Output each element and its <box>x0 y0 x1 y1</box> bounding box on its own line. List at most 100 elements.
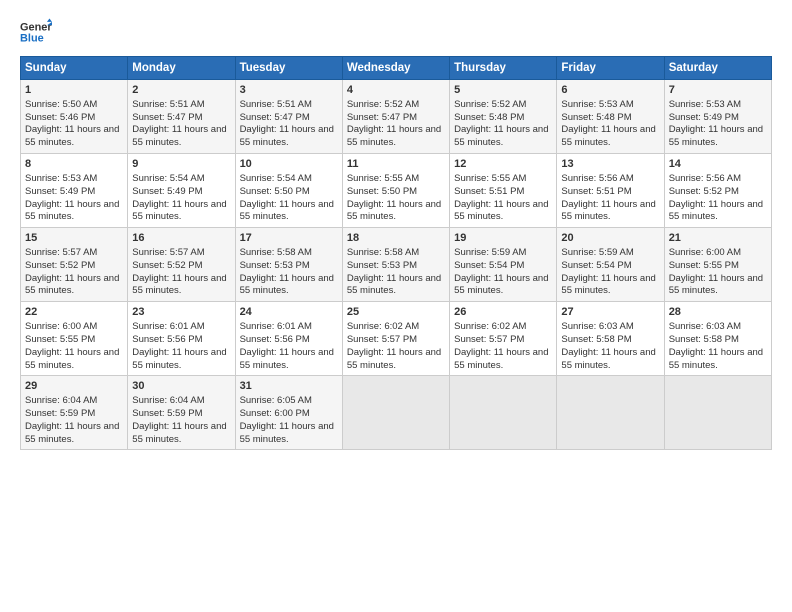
day-number: 15 <box>25 231 123 246</box>
calendar-cell: 28Sunrise: 6:03 AMSunset: 5:58 PMDayligh… <box>664 302 771 376</box>
daylight-label: Daylight: 11 hours and 55 minutes. <box>561 347 655 371</box>
day-number: 8 <box>25 157 123 172</box>
sunrise-label: Sunrise: 6:02 AM <box>347 321 419 332</box>
calendar-cell: 25Sunrise: 6:02 AMSunset: 5:57 PMDayligh… <box>342 302 449 376</box>
sunrise-label: Sunrise: 5:59 AM <box>561 247 633 258</box>
daylight-label: Daylight: 11 hours and 55 minutes. <box>669 199 763 223</box>
daylight-label: Daylight: 11 hours and 55 minutes. <box>347 273 441 297</box>
calendar-cell: 17Sunrise: 5:58 AM Sunset: 5:53 PM Dayligh… <box>235 228 342 302</box>
sunset-label: Sunset: 5:52 PM <box>25 260 95 271</box>
logo: General Blue <box>20 18 52 46</box>
logo-icon: General Blue <box>20 18 52 46</box>
col-header-sunday: Sunday <box>21 57 128 80</box>
calendar-cell <box>342 376 449 450</box>
day-number: 14 <box>669 157 767 172</box>
day-number: 23 <box>132 305 230 320</box>
daylight-label: Daylight: 11 hours and 55 minutes. <box>132 199 226 223</box>
day-number: 24 <box>240 305 338 320</box>
daylight-label: Daylight: 11 hours and 55 minutes. <box>240 421 334 445</box>
sunrise-label: Sunrise: 6:04 AM <box>25 395 97 406</box>
sunset-label: Sunset: 5:48 PM <box>561 112 631 123</box>
col-header-wednesday: Wednesday <box>342 57 449 80</box>
sunset-label: Sunset: 5:52 PM <box>132 260 202 271</box>
sunrise-label: Sunrise: 6:01 AM <box>132 321 204 332</box>
sunrise-label: Sunrise: 5:52 AM <box>347 99 419 110</box>
daylight-label: Daylight: 11 hours and 55 minutes. <box>240 273 334 297</box>
sunrise-label: Sunrise: 5:50 AM <box>25 99 97 110</box>
daylight-label: Daylight: 11 hours and 55 minutes. <box>347 124 441 148</box>
day-number: 29 <box>25 379 123 394</box>
sunrise-label: Sunrise: 5:56 AM <box>669 173 741 184</box>
col-header-tuesday: Tuesday <box>235 57 342 80</box>
calendar-cell: 5Sunrise: 5:52 AMSunset: 5:48 PMDaylight… <box>450 80 557 154</box>
sunrise-label: Sunrise: 6:00 AM <box>669 247 741 258</box>
sunrise-label: Sunrise: 5:51 AM <box>132 99 204 110</box>
sunset-label: Sunset: 5:57 PM <box>454 334 524 345</box>
sunrise-label: Sunrise: 5:59 AM <box>454 247 526 258</box>
sunset-label: Sunset: 5:47 PM <box>240 112 310 123</box>
day-number: 31 <box>240 379 338 394</box>
calendar-cell: 6Sunrise: 5:53 AMSunset: 5:48 PMDaylight… <box>557 80 664 154</box>
calendar-table: SundayMondayTuesdayWednesdayThursdayFrid… <box>20 56 772 450</box>
daylight-label: Daylight: 11 hours and 55 minutes. <box>132 124 226 148</box>
sunrise-label: Sunrise: 6:03 AM <box>561 321 633 332</box>
calendar-cell: 8Sunrise: 5:53 AMSunset: 5:49 PMDaylight… <box>21 154 128 228</box>
sunset-label: Sunset: 6:00 PM <box>240 408 310 419</box>
sunrise-label: Sunrise: 5:54 AM <box>132 173 204 184</box>
sunset-label: Sunset: 5:54 PM <box>561 260 631 271</box>
day-number: 17 <box>240 231 338 246</box>
col-header-friday: Friday <box>557 57 664 80</box>
daylight-label: Daylight: 11 hours and 55 minutes. <box>561 273 655 297</box>
day-number: 20 <box>561 231 659 246</box>
daylight-label: Daylight: 11 hours and 55 minutes. <box>454 124 548 148</box>
sunset-label: Sunset: 5:46 PM <box>25 112 95 123</box>
day-number: 3 <box>240 83 338 98</box>
sunset-label: Sunset: 5:56 PM <box>132 334 202 345</box>
daylight-label: Daylight: 11 hours and 55 minutes. <box>25 273 119 297</box>
day-number: 12 <box>454 157 552 172</box>
svg-text:Blue: Blue <box>20 32 44 44</box>
sunrise-label: Sunrise: 6:02 AM <box>454 321 526 332</box>
sunrise-label: Sunrise: 5:57 AM <box>25 247 97 258</box>
day-number: 16 <box>132 231 230 246</box>
day-number: 30 <box>132 379 230 394</box>
daylight-label: Daylight: 11 hours and 55 minutes. <box>669 347 763 371</box>
daylight-label: Daylight: 11 hours and 55 minutes. <box>25 421 119 445</box>
calendar-cell: 4Sunrise: 5:52 AMSunset: 5:47 PMDaylight… <box>342 80 449 154</box>
sunset-label: Sunset: 5:53 PM <box>240 260 310 271</box>
calendar-cell: 14Sunrise: 5:56 AMSunset: 5:52 PMDayligh… <box>664 154 771 228</box>
col-header-saturday: Saturday <box>664 57 771 80</box>
sunset-label: Sunset: 5:47 PM <box>347 112 417 123</box>
sunrise-label: Sunrise: 5:58 AM <box>240 247 312 258</box>
sunset-label: Sunset: 5:50 PM <box>347 186 417 197</box>
day-number: 1 <box>25 83 123 98</box>
daylight-label: Daylight: 11 hours and 55 minutes. <box>669 273 763 297</box>
sunset-label: Sunset: 5:54 PM <box>454 260 524 271</box>
daylight-label: Daylight: 11 hours and 55 minutes. <box>132 347 226 371</box>
sunrise-label: Sunrise: 6:05 AM <box>240 395 312 406</box>
sunrise-label: Sunrise: 5:53 AM <box>561 99 633 110</box>
daylight-label: Daylight: 11 hours and 55 minutes. <box>454 347 548 371</box>
calendar-cell: 16Sunrise: 5:57 AM Sunset: 5:52 PM Dayligh… <box>128 228 235 302</box>
sunrise-label: Sunrise: 6:00 AM <box>25 321 97 332</box>
sunrise-label: Sunrise: 5:54 AM <box>240 173 312 184</box>
calendar-cell: 30Sunrise: 6:04 AMSunset: 5:59 PMDayligh… <box>128 376 235 450</box>
sunset-label: Sunset: 5:57 PM <box>347 334 417 345</box>
sunset-label: Sunset: 5:49 PM <box>25 186 95 197</box>
calendar-cell: 24Sunrise: 6:01 AMSunset: 5:56 PMDayligh… <box>235 302 342 376</box>
daylight-label: Daylight: 11 hours and 55 minutes. <box>454 273 548 297</box>
calendar-cell <box>450 376 557 450</box>
calendar-cell: 9Sunrise: 5:54 AMSunset: 5:49 PMDaylight… <box>128 154 235 228</box>
sunset-label: Sunset: 5:59 PM <box>25 408 95 419</box>
daylight-label: Daylight: 11 hours and 55 minutes. <box>454 199 548 223</box>
sunrise-label: Sunrise: 5:57 AM <box>132 247 204 258</box>
calendar-cell: 12Sunrise: 5:55 AMSunset: 5:51 PMDayligh… <box>450 154 557 228</box>
sunset-label: Sunset: 5:51 PM <box>454 186 524 197</box>
daylight-label: Daylight: 11 hours and 55 minutes. <box>347 199 441 223</box>
calendar-cell: 26Sunrise: 6:02 AMSunset: 5:57 PMDayligh… <box>450 302 557 376</box>
daylight-label: Daylight: 11 hours and 55 minutes. <box>132 273 226 297</box>
daylight-label: Daylight: 11 hours and 55 minutes. <box>240 124 334 148</box>
sunset-label: Sunset: 5:48 PM <box>454 112 524 123</box>
daylight-label: Daylight: 11 hours and 55 minutes. <box>25 347 119 371</box>
calendar-cell: 20Sunrise: 5:59 AM Sunset: 5:54 PM Dayligh… <box>557 228 664 302</box>
